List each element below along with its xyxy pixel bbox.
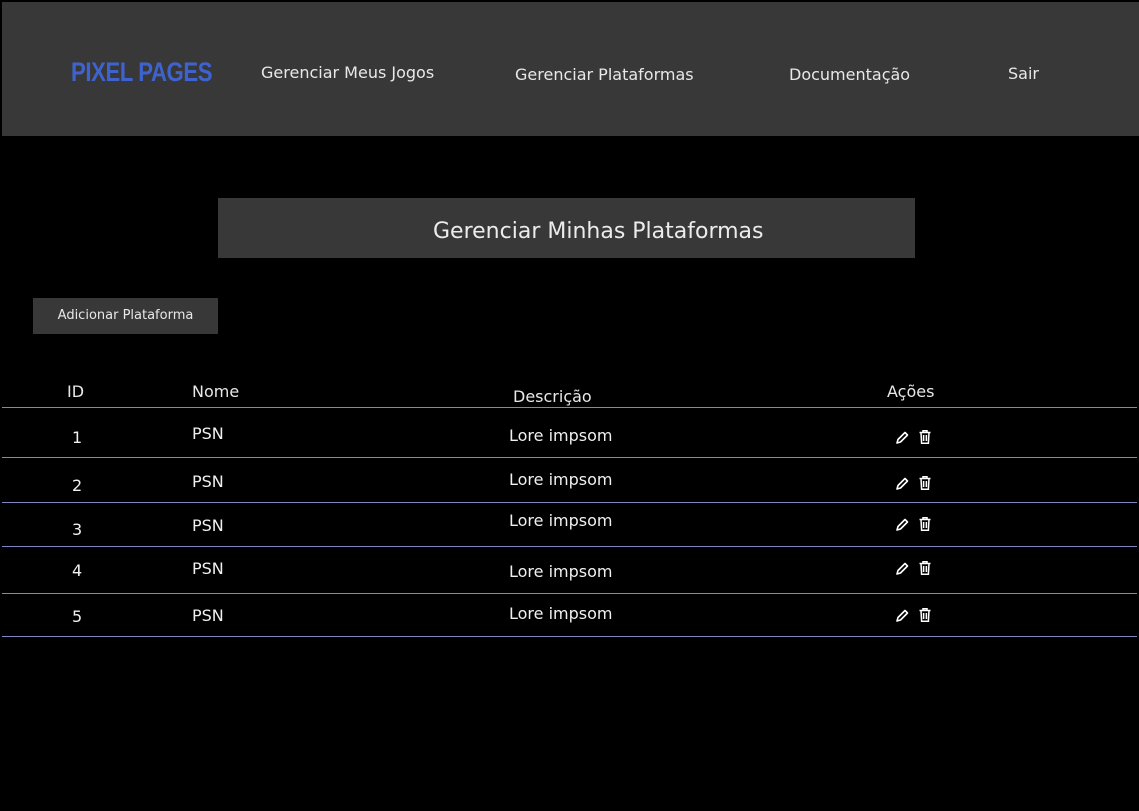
trash-icon[interactable]: [918, 607, 932, 623]
row-id: 5: [72, 607, 83, 626]
page-title-banner: Gerenciar Minhas Plataformas: [218, 198, 915, 258]
trash-icon[interactable]: [918, 560, 932, 576]
page-title: Gerenciar Minhas Plataformas: [433, 219, 764, 244]
row-id: 4: [72, 561, 83, 580]
table-row: 3 PSN Lore impsom: [0, 511, 1139, 553]
row-id: 1: [72, 428, 83, 447]
pencil-icon[interactable]: [895, 475, 909, 491]
nav-link-sair[interactable]: Sair: [1008, 64, 1039, 83]
add-platform-button[interactable]: Adicionar Plataforma: [33, 298, 218, 334]
row-nome: PSN: [192, 559, 224, 578]
pencil-icon[interactable]: [895, 607, 909, 623]
column-header-nome: Nome: [192, 382, 240, 401]
nav-link-documentacao[interactable]: Documentação: [789, 65, 910, 84]
row-descricao: Lore impsom: [509, 562, 613, 581]
row-actions: [895, 475, 935, 491]
row-nome: PSN: [192, 606, 224, 625]
table-divider: [2, 407, 1137, 408]
page: PIXEL PAGES Gerenciar Meus Jogos Gerenci…: [0, 0, 1139, 811]
row-descricao: Lore impsom: [509, 511, 613, 530]
column-header-descricao: Descrição: [513, 387, 592, 406]
column-header-acoes: Ações: [887, 382, 935, 401]
trash-icon[interactable]: [918, 475, 932, 491]
row-descricao: Lore impsom: [509, 426, 613, 445]
table-row: 2 PSN Lore impsom: [0, 470, 1139, 510]
row-actions: [895, 516, 935, 532]
row-actions: [895, 429, 935, 445]
trash-icon[interactable]: [918, 516, 932, 532]
row-descricao: Lore impsom: [509, 470, 613, 489]
column-header-id: ID: [67, 382, 85, 401]
row-descricao: Lore impsom: [509, 604, 613, 623]
trash-icon[interactable]: [918, 429, 932, 445]
pencil-icon[interactable]: [895, 560, 909, 576]
row-id: 3: [72, 520, 83, 539]
row-nome: PSN: [192, 472, 224, 491]
table-row: 4 PSN Lore impsom: [0, 559, 1139, 599]
row-actions: [895, 560, 935, 576]
nav-link-gerenciar-plataformas[interactable]: Gerenciar Plataformas: [515, 65, 694, 84]
table-row: 1 PSN Lore impsom: [0, 424, 1139, 464]
table-row: 5 PSN Lore impsom: [0, 604, 1139, 644]
row-actions: [895, 607, 935, 623]
row-id: 2: [72, 476, 83, 495]
top-navbar: PIXEL PAGES Gerenciar Meus Jogos Gerenci…: [2, 2, 1139, 136]
pencil-icon[interactable]: [895, 516, 909, 532]
nav-link-gerenciar-meus-jogos[interactable]: Gerenciar Meus Jogos: [261, 63, 434, 82]
logo[interactable]: PIXEL PAGES: [71, 57, 213, 88]
row-nome: PSN: [192, 424, 224, 443]
row-nome: PSN: [192, 516, 224, 535]
pencil-icon[interactable]: [895, 429, 909, 445]
